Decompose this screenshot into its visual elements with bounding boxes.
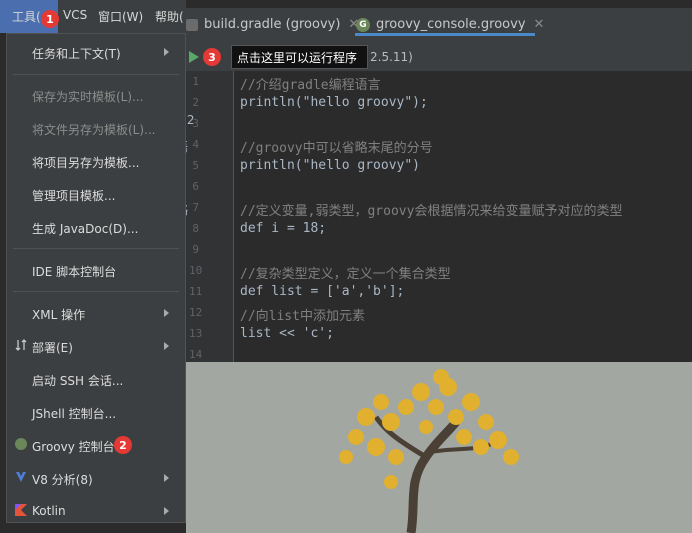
menu-item-save-live-template[interactable]: 保存为实时模板(L)... [32,88,144,105]
gradle-icon [186,18,198,31]
tools-dropdown-menu: 任务和上下文(T) 保存为实时模板(L)... 将文件另存为模板(L)... 将… [6,33,186,523]
line-number: 9 [192,243,199,256]
step-badge: 1 [41,10,59,28]
menu-item-manage-project-templates[interactable]: 管理项目模板... [32,187,115,204]
tab-build-gradle[interactable]: build.gradle (groovy) ✕ [186,8,359,41]
active-tab-indicator [355,33,535,36]
menu-item-tasks[interactable]: 任务和上下文(T) [32,45,121,62]
menu-item-jshell-console[interactable]: JShell 控制台... [32,405,116,422]
code-line: def i = 18; [240,221,327,236]
run-icon[interactable] [189,51,199,63]
code-line: //定义变量,弱类型，groovy会根据情况来给变量赋予对应的类型 [240,204,623,219]
deploy-icon [15,339,27,351]
menu-item-groovy-console[interactable]: Groovy 控制台... [32,438,126,455]
line-number: 12 [189,306,203,319]
main-menubar: 工具( VCS 窗口(W) 帮助( [0,0,186,33]
groovy-icon [15,438,27,450]
code-line: //groovy中可以省略末尾的分号 [240,141,433,156]
code-line: //向list中添加元素 [240,309,365,324]
tab-label: groovy_console.groovy [376,17,526,32]
line-number: 6 [192,180,199,193]
code-line: //介绍gradle编程语言 [240,78,381,93]
submenu-arrow-icon [164,507,169,515]
groovy-icon: G [356,17,370,32]
menu-vcs[interactable]: VCS [63,8,87,22]
line-number: 11 [189,285,203,298]
menu-item-kotlin[interactable]: Kotlin [32,504,66,518]
menu-item-deployment[interactable]: 部署(E) [32,339,73,356]
tab-groovy-console[interactable]: G groovy_console.groovy ✕ [356,8,544,41]
line-number: 2 [192,96,199,109]
line-number: 4 [192,138,199,151]
run-tooltip: 点击这里可以运行程序 [231,45,368,69]
code-line: list << 'c'; [240,326,334,341]
menu-item-save-file-template[interactable]: 将文件另存为模板(L)... [32,121,156,138]
menu-separator [13,291,179,292]
code-line: def list = ['a','b']; [240,284,405,299]
menu-item-save-project-template[interactable]: 将项目另存为模板... [32,154,139,171]
code-line: //复杂类型定义，定义一个集合类型 [240,267,451,282]
menu-window[interactable]: 窗口(W) [98,8,143,25]
line-number: 10 [189,264,203,277]
line-number: 13 [189,327,203,340]
tab-bar: build.gradle (groovy) ✕ G groovy_console… [186,8,692,43]
menu-separator [13,74,179,75]
close-icon[interactable]: ✕ [534,17,545,32]
menu-item-xml-actions[interactable]: XML 操作 [32,306,85,323]
menu-separator [13,248,179,249]
kotlin-icon [15,504,27,516]
menu-help[interactable]: 帮助( [155,8,184,25]
menu-item-generate-javadoc[interactable]: 生成 JavaDoc(D)... [32,220,138,237]
line-number: 7 [192,201,199,214]
submenu-arrow-icon [164,342,169,350]
tab-label: build.gradle (groovy) [204,17,341,32]
code-editor[interactable]: //介绍gradle编程语言 println("hello groovy"); … [234,71,692,362]
line-number: 14 [189,348,203,361]
groovy-version: 2.5.11) [370,50,413,64]
step-badge: 2 [114,436,132,454]
line-number: 5 [192,159,199,172]
tree-illustration [186,362,692,533]
code-line: println("hello groovy") [240,158,421,173]
submenu-arrow-icon [164,48,169,56]
menu-item-start-ssh[interactable]: 启动 SSH 会话... [32,372,123,389]
line-number: 1 [192,75,199,88]
line-number: 8 [192,222,199,235]
menu-tools[interactable]: 工具( [12,8,41,25]
code-line: println("hello groovy"); [240,95,428,110]
menu-item-ide-script-console[interactable]: IDE 脚本控制台 [32,263,116,280]
step-badge: 3 [203,48,221,66]
menu-item-v8-profiling[interactable]: V8 分析(8) [32,471,93,488]
submenu-arrow-icon [164,474,169,482]
v8-icon [16,472,26,482]
submenu-arrow-icon [164,309,169,317]
background-picture [186,362,692,533]
